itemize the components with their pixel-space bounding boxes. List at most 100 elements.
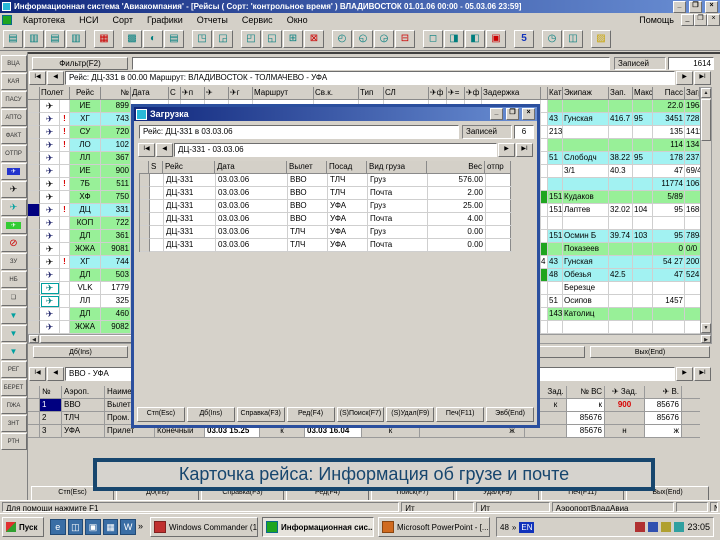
row-selector-cell[interactable] bbox=[28, 412, 40, 425]
flight-number-cell[interactable]: 367 bbox=[101, 152, 131, 165]
row-selector-cell[interactable] bbox=[28, 269, 40, 282]
toolbar-button[interactable]: ⊟ bbox=[395, 29, 415, 48]
flight-code-cell[interactable]: ИЕ bbox=[70, 100, 101, 113]
quick-launch-icon[interactable]: ◫ bbox=[67, 519, 84, 535]
row-selector-cell[interactable] bbox=[28, 152, 40, 165]
flight-number-cell[interactable]: 1779 bbox=[101, 282, 131, 295]
left-toolbar-button[interactable]: ПАСУ bbox=[0, 91, 27, 108]
left-toolbar-button[interactable]: ✈ bbox=[0, 217, 27, 234]
left-toolbar-button[interactable]: ▼ bbox=[0, 325, 27, 342]
toolbar-button[interactable]: ▥ bbox=[66, 29, 86, 48]
cargo-row[interactable]: ДЦ-331 03.03.06 ВВО УФА Почта 4.00 bbox=[140, 213, 512, 226]
column-header-zap[interactable]: Зап. bbox=[609, 87, 633, 100]
row-selector-cell[interactable] bbox=[28, 256, 40, 269]
column-header-date[interactable]: Дата bbox=[131, 87, 169, 100]
flight-code-cell[interactable]: ДЦ bbox=[70, 204, 101, 217]
row-selector-cell[interactable] bbox=[140, 226, 150, 239]
flight-number-cell[interactable]: 9081 bbox=[101, 243, 131, 256]
row-selector-cell[interactable] bbox=[28, 308, 40, 321]
scroll-down-button[interactable]: ▼ bbox=[701, 323, 711, 333]
toolbar-button[interactable]: ▩ bbox=[122, 29, 142, 48]
column-header-plane-zad[interactable]: ✈ Зад. bbox=[605, 386, 645, 399]
flight-code-cell[interactable]: ХФ bbox=[70, 191, 101, 204]
child-restore-button[interactable]: ❐ bbox=[694, 14, 707, 26]
column-header-airport[interactable]: Аэроп. bbox=[62, 386, 105, 399]
row-selector-cell[interactable] bbox=[28, 217, 40, 230]
dialog-action-button[interactable]: Ред(F4) bbox=[286, 406, 335, 422]
menu-item[interactable]: Отчеты bbox=[190, 14, 235, 26]
flight-code-cell[interactable]: ДЛ bbox=[70, 308, 101, 321]
cargo-row[interactable]: ДЦ-331 03.03.06 ВВО УФА Груз 25.00 bbox=[140, 200, 512, 213]
last-record-button[interactable]: ▶I bbox=[516, 143, 533, 157]
menu-item-help[interactable]: Помощь bbox=[632, 14, 681, 26]
tray-overflow-chevron[interactable]: » bbox=[512, 522, 516, 533]
cargo-row[interactable]: ДЦ-331 03.03.06 ТЛЧ УФА Почта 0.00 bbox=[140, 239, 512, 252]
dialog-minimize-button[interactable]: _ bbox=[490, 108, 503, 120]
left-toolbar-button[interactable]: АПТО bbox=[0, 109, 27, 126]
column-header-p1[interactable]: ✈п bbox=[181, 87, 205, 100]
scroll-left-button[interactable]: ◀ bbox=[29, 335, 39, 343]
column-header-n[interactable]: № bbox=[40, 386, 62, 399]
dialog-restore-button[interactable]: ❐ bbox=[506, 108, 519, 120]
flight-number-cell[interactable]: 331 bbox=[101, 204, 131, 217]
column-header-p2[interactable]: ✈ bbox=[205, 87, 229, 100]
flight-code-cell[interactable]: ХГ bbox=[70, 113, 101, 126]
tray-icon[interactable] bbox=[661, 522, 672, 532]
row-selector-cell[interactable] bbox=[140, 239, 150, 252]
next-record-button[interactable]: ▶ bbox=[498, 143, 515, 157]
column-header-svk[interactable]: Св.к. bbox=[314, 87, 359, 100]
column-header-tip[interactable]: Тип bbox=[359, 87, 384, 100]
flight-code-cell[interactable]: ЛО bbox=[70, 139, 101, 152]
dialog-close-button[interactable]: × bbox=[522, 108, 535, 120]
add-button[interactable]: Дб(Ins) bbox=[33, 346, 128, 358]
column-header-arrival[interactable]: Посад bbox=[327, 161, 367, 174]
column-header-marshrut[interactable]: Маршрут bbox=[253, 87, 314, 100]
column-header-zagr[interactable]: Загр bbox=[685, 87, 700, 100]
flight-number-cell[interactable]: 722 bbox=[101, 217, 131, 230]
minimize-button[interactable]: _ bbox=[673, 0, 686, 13]
column-header-zaderzhka[interactable]: Задержка bbox=[482, 87, 541, 100]
column-header-maks[interactable]: Макс bbox=[633, 87, 653, 100]
row-selector-cell[interactable] bbox=[28, 321, 40, 334]
toolbar-button[interactable]: ▨ bbox=[591, 29, 611, 48]
scroll-right-button[interactable]: ▶ bbox=[701, 335, 711, 343]
tray-icon[interactable] bbox=[648, 522, 659, 532]
row-selector-cell[interactable] bbox=[28, 178, 40, 191]
row-selector-cell[interactable] bbox=[28, 399, 40, 412]
taskbar-task-infosystem[interactable]: Информационная сис... bbox=[262, 517, 374, 537]
dialog-action-button[interactable]: Справка(F3) bbox=[236, 406, 285, 422]
column-header-c[interactable]: С bbox=[169, 87, 181, 100]
row-selector-cell[interactable] bbox=[28, 425, 40, 438]
toolbar-button[interactable]: ◳ bbox=[192, 29, 212, 48]
left-toolbar-button[interactable]: НБ bbox=[0, 271, 27, 288]
dialog-action-button[interactable]: (S)Удал(F9) bbox=[386, 406, 435, 422]
flight-code-cell[interactable]: СУ bbox=[70, 126, 101, 139]
scroll-thumb[interactable] bbox=[701, 99, 711, 141]
left-toolbar-button[interactable]: ▼ bbox=[0, 343, 27, 360]
toolbar-button[interactable]: ▥ bbox=[24, 29, 44, 48]
flight-code-cell[interactable]: ЖЖА bbox=[70, 321, 101, 334]
left-toolbar-button[interactable]: ✈ bbox=[0, 199, 27, 216]
row-selector-cell[interactable] bbox=[28, 230, 40, 243]
row-selector-cell[interactable] bbox=[28, 204, 40, 217]
cargo-row[interactable]: ДЦ-331 03.03.06 ВВО ТЛЧ Груз 576.00 bbox=[140, 174, 512, 187]
toolbar-button[interactable]: ◧ bbox=[465, 29, 485, 48]
flight-code-cell[interactable]: ЛЛ bbox=[70, 152, 101, 165]
flight-number-cell[interactable]: 899 bbox=[101, 100, 131, 113]
toolbar-button[interactable]: ▤ bbox=[164, 29, 184, 48]
left-toolbar-button[interactable]: ЗНТ bbox=[0, 415, 27, 432]
dialog-action-button[interactable]: Эвб(End) bbox=[486, 406, 534, 422]
close-button[interactable]: × bbox=[705, 0, 718, 13]
row-selector-cell[interactable] bbox=[28, 139, 40, 152]
toolbar-button[interactable]: ◷ bbox=[542, 29, 562, 48]
row-selector-cell[interactable] bbox=[28, 113, 40, 126]
flight-code-cell[interactable]: ИЕ bbox=[70, 165, 101, 178]
toolbar-button[interactable]: ⊞ bbox=[283, 29, 303, 48]
toolbar-button[interactable]: 5 bbox=[514, 29, 534, 48]
left-toolbar-button[interactable]: ✈ bbox=[0, 181, 27, 198]
prev-record-button[interactable]: ◀ bbox=[47, 71, 64, 85]
column-header-s[interactable]: S bbox=[149, 161, 163, 174]
left-toolbar-button[interactable]: ВЦА bbox=[0, 55, 27, 72]
flight-number-cell[interactable]: 361 bbox=[101, 230, 131, 243]
left-toolbar-button[interactable]: ▼ bbox=[0, 307, 27, 324]
